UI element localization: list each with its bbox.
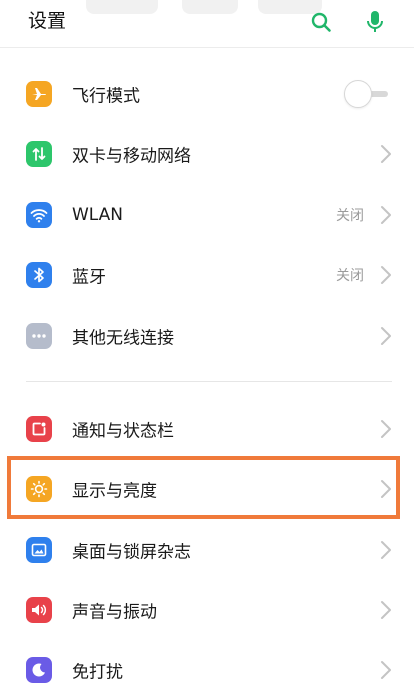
settings-item-dual-sim-mobile-network[interactable]: 双卡与移动网络 <box>0 123 414 184</box>
airplane-mode-toggle[interactable] <box>344 79 390 108</box>
chevron-right-icon <box>381 205 391 224</box>
airplane-icon <box>26 80 52 107</box>
settings-item-label: 桌面与锁屏杂志 <box>72 542 191 562</box>
settings-item-label: WLAN <box>72 204 124 225</box>
brightness-icon <box>26 475 52 502</box>
settings-item-display-brightness[interactable]: 显示与亮度 <box>0 458 414 519</box>
chevron-right-icon <box>381 144 391 163</box>
more-dots-icon <box>26 322 52 349</box>
settings-item-label: 免打扰 <box>72 662 123 682</box>
microphone-icon[interactable] <box>363 9 387 35</box>
wlan-status: 关闭 <box>336 207 364 224</box>
settings-item-label: 声音与振动 <box>72 602 157 622</box>
settings-item-label: 双卡与移动网络 <box>72 146 191 166</box>
bluetooth-status: 关闭 <box>336 267 364 284</box>
search-icon[interactable] <box>309 9 333 35</box>
settings-item-do-not-disturb[interactable]: 免打扰 <box>0 639 414 700</box>
settings-item-desktop-lockscreen[interactable]: 桌面与锁屏杂志 <box>0 519 414 580</box>
settings-item-label: 蓝牙 <box>72 267 106 287</box>
speaker-icon <box>26 596 52 623</box>
chevron-right-icon <box>381 660 391 679</box>
chevron-right-icon <box>381 479 391 498</box>
top-bar: 设置 <box>0 0 414 46</box>
settings-item-label: 飞行模式 <box>72 86 140 106</box>
settings-item-sound-vibration[interactable]: 声音与振动 <box>0 579 414 640</box>
settings-item-wlan[interactable]: WLAN 关闭 <box>0 184 414 245</box>
chevron-right-icon <box>381 419 391 438</box>
chevron-right-icon <box>381 265 391 284</box>
chevron-right-icon <box>381 326 391 345</box>
settings-item-airplane-mode[interactable]: 飞行模式 <box>0 63 414 124</box>
settings-item-bluetooth[interactable]: 蓝牙 关闭 <box>0 244 414 305</box>
settings-item-label: 通知与状态栏 <box>72 421 174 441</box>
notification-icon <box>26 415 52 442</box>
toggle-knob <box>344 79 372 108</box>
settings-item-label: 显示与亮度 <box>72 481 157 501</box>
settings-item-label: 其他无线连接 <box>72 328 174 348</box>
settings-item-notifications[interactable]: 通知与状态栏 <box>0 398 414 459</box>
chevron-right-icon <box>381 540 391 559</box>
status-bar-blur <box>182 0 238 14</box>
page-title: 设置 <box>28 10 67 32</box>
section-divider <box>26 381 392 382</box>
header-divider <box>0 47 414 48</box>
moon-icon <box>26 656 52 683</box>
dual-sim-data-icon <box>26 140 52 167</box>
settings-item-other-wireless[interactable]: 其他无线连接 <box>0 305 414 366</box>
status-bar-blur <box>86 0 158 14</box>
bluetooth-icon <box>26 261 52 288</box>
chevron-right-icon <box>381 600 391 619</box>
wallpaper-icon <box>26 536 52 563</box>
wifi-icon <box>26 201 52 228</box>
